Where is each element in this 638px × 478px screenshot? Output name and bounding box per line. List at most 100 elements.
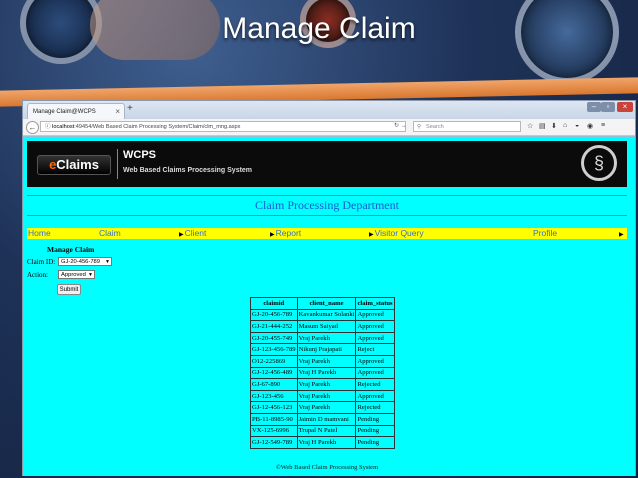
url-path: :49454/Web Based Claim Processing System…	[74, 124, 241, 130]
column-header: claimid	[250, 297, 298, 310]
download-icon[interactable]: ⬇	[551, 122, 557, 130]
column-header: claim_status	[355, 297, 395, 310]
submenu-arrow-icon: ▶	[179, 232, 184, 238]
reload-icon[interactable]: ↻ →	[394, 122, 407, 129]
table-cell-claim_status: Rejected	[355, 378, 395, 391]
table-cell-client_name: Vraj H Parekh	[296, 366, 357, 380]
table-cell-claim_status: Approved	[355, 331, 395, 345]
chat-icon[interactable]: ◉	[587, 122, 593, 130]
submenu-arrow-icon: ▶	[619, 232, 624, 238]
home-icon[interactable]: ⌂	[563, 122, 567, 129]
table-row: O12-225869 Vraj Parekh Approved	[250, 354, 395, 368]
table-cell-claimid: GJ-123-456	[250, 389, 298, 403]
main-menu: Home Claim ▶Client ▶Report ▶Visitor Quer…	[27, 228, 627, 239]
table-cell-claim_status: Approved	[355, 308, 395, 322]
table-cell-claimid: GJ-12-549-789	[250, 436, 298, 449]
search-input[interactable]: ⚲ Search	[413, 121, 521, 132]
table-row: GJ-20-455-749 Vraj Parekh Approved	[250, 331, 395, 345]
column-header: client_name	[296, 297, 357, 310]
browser-tab[interactable]: Manage Claim@WCPS ×	[27, 103, 125, 119]
menu-item-claim[interactable]: Claim	[99, 228, 121, 239]
divider	[27, 215, 627, 216]
reading-list-icon[interactable]: ▤	[539, 122, 546, 130]
table-cell-claimid: PB-11-8985-90	[250, 412, 298, 426]
table-cell-claim_status: Rejected	[355, 401, 395, 414]
table-row: GJ-123-456 Vraj Parekh Approved	[250, 389, 395, 403]
table-cell-client_name: Jaimin D mamvani	[296, 412, 357, 426]
table-cell-claimid: GJ-12-456-489	[250, 366, 298, 380]
department-heading: Claim Processing Department	[255, 198, 399, 212]
claims-table: claimid client_name claim_status GJ-20-4…	[250, 297, 395, 449]
banner-title: WCPS	[123, 149, 156, 161]
url-host: localhost	[52, 124, 75, 130]
table-row: GJ-12-549-789 Vraj H Parekh Pending	[250, 436, 395, 449]
table-cell-client_name: Kavankumar Solanki	[296, 308, 357, 322]
table-cell-claim_status: Approved	[355, 389, 395, 403]
table-row: GJ-123-456-789 Nikunj Prajapati Reject	[250, 343, 395, 356]
pocket-icon[interactable]: ◒	[575, 122, 579, 129]
maximize-icon[interactable]: ▫	[601, 102, 615, 112]
action-value: Approved	[61, 272, 86, 278]
chevron-down-icon: ▼	[105, 259, 110, 265]
table-row: GJ-20-456-789 Kavankumar Solanki Approved	[250, 308, 395, 322]
table-cell-client_name: Vraj Parekh	[296, 389, 357, 403]
footer-text: ©Web Based Claim Processing System	[275, 464, 379, 471]
table-cell-client_name: Vraj Parekh	[296, 331, 357, 345]
table-cell-claimid: GJ-20-455-749	[250, 331, 298, 345]
browser-window: Manage Claim@WCPS × + – ▫ × ← ⓘ localhos…	[22, 100, 636, 476]
slide-title: Manage Claim	[222, 12, 416, 45]
form-title: Manage Claim	[47, 245, 95, 254]
claim-id-value: GJ-20-456-789	[61, 259, 100, 265]
table-cell-client_name: Vraj Parekh	[296, 378, 357, 391]
table-cell-claimid: GJ-12-456-123	[250, 401, 298, 414]
back-arrow-icon[interactable]: ←	[26, 121, 39, 134]
table-cell-claim_status: Approved	[355, 366, 395, 380]
menu-item-report[interactable]: ▶Report	[270, 228, 301, 241]
tab-bar: Manage Claim@WCPS × + – ▫ ×	[23, 101, 635, 119]
table-row: PB-11-8985-90 Jaimin D mamvani Pending	[250, 412, 395, 426]
search-placeholder: Search	[426, 124, 444, 130]
bookmark-star-icon[interactable]: ☆	[527, 122, 533, 130]
table-cell-claim_status: Pending	[355, 412, 395, 426]
banner-divider	[117, 149, 118, 179]
new-tab-icon[interactable]: +	[127, 103, 133, 114]
table-cell-client_name: Vraj Parekh	[296, 354, 357, 368]
emblem-icon: §	[581, 145, 617, 181]
minimize-icon[interactable]: –	[587, 102, 601, 112]
menu-item-profile[interactable]: Profile	[533, 228, 557, 239]
table-cell-claimid: VX-125-6996	[250, 424, 298, 438]
tab-close-icon[interactable]: ×	[115, 104, 120, 120]
table-cell-client_name: Trupal N Patel	[296, 424, 357, 438]
close-window-icon[interactable]: ×	[617, 102, 633, 112]
table-row: GJ-21-444-252 Masum Saiyad Approved	[250, 320, 395, 333]
table-cell-claimid: GJ-21-444-252	[250, 320, 298, 333]
hamburger-menu-icon[interactable]: ≡	[601, 122, 605, 129]
banner-subtitle: Web Based Claims Processing System	[123, 167, 253, 174]
table-row: GJ-12-456-489 Vraj H Parekh Approved	[250, 366, 395, 380]
site-banner: eClaims WCPS Web Based Claims Processing…	[27, 141, 627, 187]
table-cell-claim_status: Approved	[355, 354, 395, 368]
table-cell-client_name: Vraj Parekh	[296, 401, 357, 414]
table-cell-claimid: GJ-67-890	[250, 378, 298, 391]
menu-item-client[interactable]: ▶Client	[179, 228, 206, 241]
address-bar[interactable]: ⓘ localhost:49454/Web Based Claim Proces…	[40, 121, 406, 132]
action-select[interactable]: Approved ▼	[58, 270, 95, 279]
submenu-arrow-icon: ▶	[369, 232, 374, 238]
table-header-row: claimid client_name claim_status	[250, 297, 395, 310]
table-cell-client_name: Vraj H Parekh	[296, 436, 357, 449]
claim-id-label: Claim ID:	[27, 258, 56, 266]
table-row: GJ-67-890 Vraj Parekh Rejected	[250, 378, 395, 391]
submit-button[interactable]: Submit	[57, 284, 81, 295]
submenu-arrow-icon: ▶	[270, 232, 275, 238]
table-cell-claimid: GJ-20-456-789	[250, 308, 298, 322]
tab-title: Manage Claim@WCPS	[33, 109, 96, 115]
web-page: eClaims WCPS Web Based Claims Processing…	[23, 136, 635, 476]
action-label: Action:	[27, 271, 48, 279]
table-row: VX-125-6996 Trupal N Patel Pending	[250, 424, 395, 438]
chevron-down-icon: ▼	[88, 272, 93, 278]
menu-item-visitor-query[interactable]: ▶Visitor Query	[369, 228, 424, 241]
claim-id-select[interactable]: GJ-20-456-789 ▼	[58, 257, 112, 266]
table-row: GJ-12-456-123 Vraj Parekh Rejected	[250, 401, 395, 414]
menu-item-home[interactable]: Home	[28, 228, 51, 239]
table-cell-claim_status: Pending	[355, 436, 395, 449]
